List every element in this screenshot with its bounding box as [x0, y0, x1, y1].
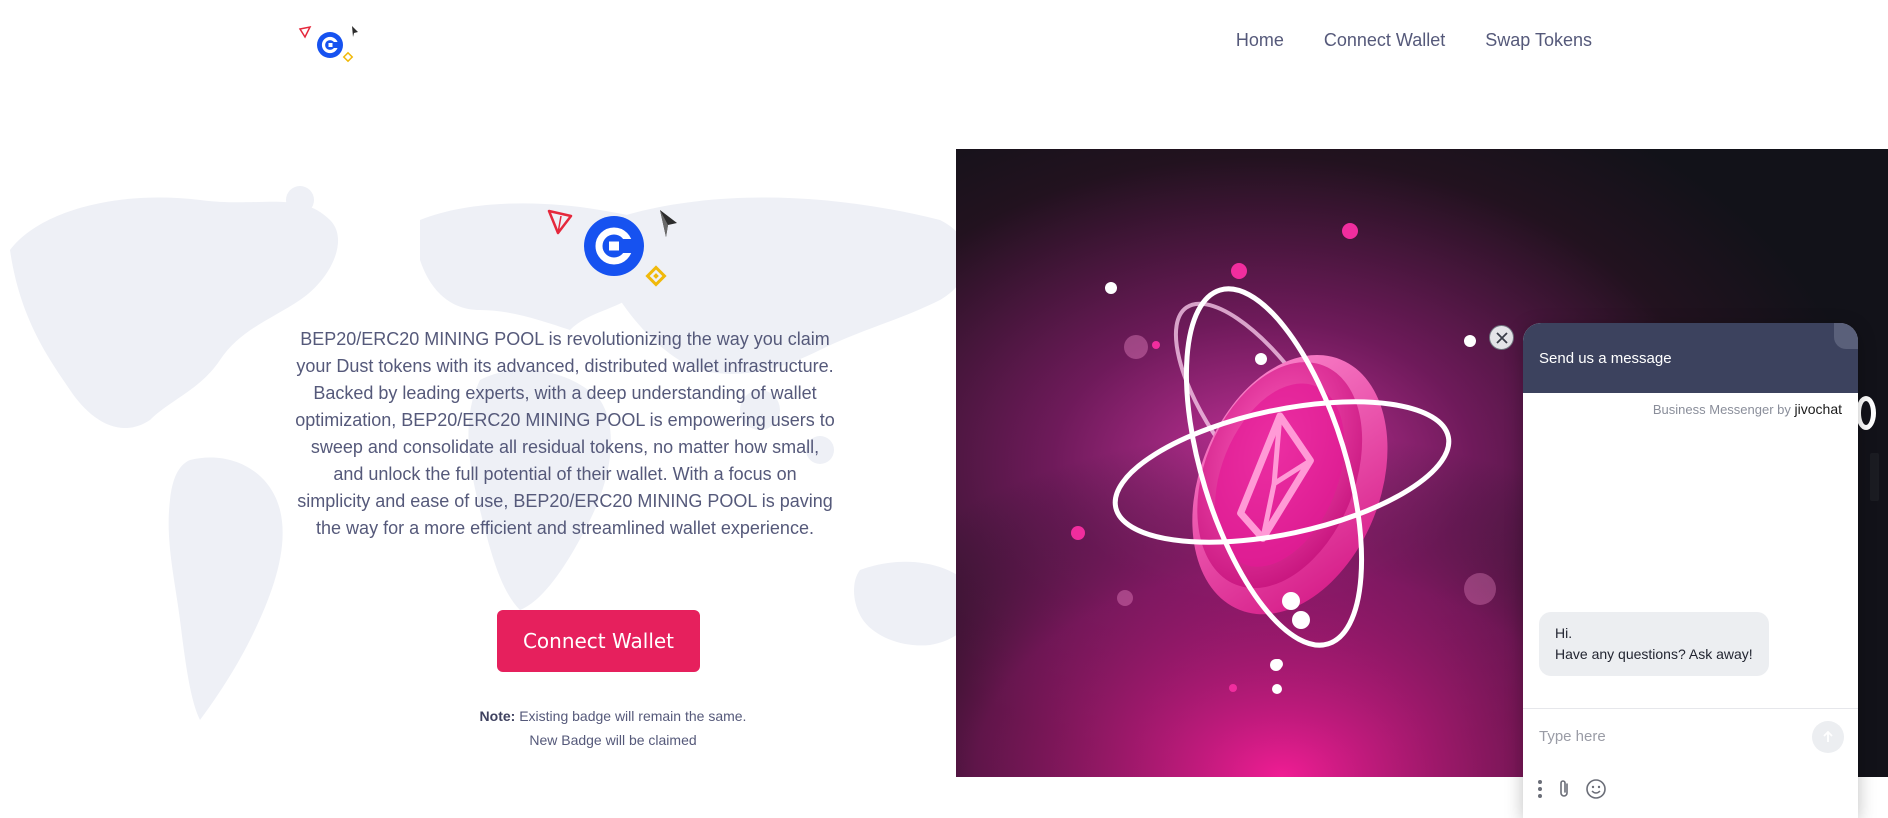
- chat-message-input[interactable]: [1539, 728, 1799, 745]
- note-label: Note:: [479, 708, 516, 724]
- chat-greeting-bubble: Hi. Have any questions? Ask away!: [1539, 612, 1769, 676]
- ethereum-icon: [660, 210, 677, 237]
- chat-send-button[interactable]: [1812, 721, 1844, 753]
- ethereum-icon: [352, 26, 358, 37]
- chat-close-button[interactable]: [1489, 325, 1514, 350]
- chat-toolbar: [1537, 778, 1607, 800]
- greeting-line-1: Hi.: [1555, 625, 1573, 641]
- nav-connect-wallet-link[interactable]: Connect Wallet: [1324, 30, 1445, 51]
- menu-dots-icon[interactable]: [1537, 779, 1543, 799]
- chat-branding[interactable]: Business Messenger by jivochat: [1523, 393, 1858, 417]
- paperclip-icon[interactable]: [1555, 779, 1573, 799]
- edge-scroll-indicator[interactable]: [1870, 453, 1879, 501]
- note-line-2: New Badge will be claimed: [529, 732, 697, 748]
- chat-brand-prefix: Business Messenger by: [1652, 402, 1791, 417]
- close-icon: [1495, 331, 1508, 344]
- header: Home Connect Wallet Swap Tokens: [0, 0, 1888, 84]
- chat-input-row: [1523, 708, 1858, 764]
- chat-title: Send us a message: [1539, 349, 1672, 367]
- greeting-line-2: Have any questions? Ask away!: [1555, 646, 1753, 662]
- chat-brand-name: jivochat: [1794, 401, 1842, 417]
- hero-description: BEP20/ERC20 MINING POOL is revolutionizi…: [295, 329, 835, 538]
- nav-swap-tokens-link[interactable]: Swap Tokens: [1485, 30, 1592, 51]
- bnb-icon: [342, 51, 354, 63]
- chat-header-corner: [1834, 323, 1858, 349]
- chat-widget: Send us a message Business Messenger by …: [1523, 323, 1858, 818]
- send-arrow-icon: [1823, 730, 1833, 742]
- hero-logo-cluster: [544, 205, 682, 291]
- edge-widget-fragment: [1856, 396, 1876, 430]
- note-line-1: Existing badge will remain the same.: [519, 708, 747, 724]
- smiley-icon[interactable]: [1585, 778, 1607, 800]
- nav-home-link[interactable]: Home: [1236, 30, 1284, 51]
- site-logo[interactable]: [298, 24, 362, 64]
- badge-note: Note: Existing badge will remain the sam…: [400, 704, 826, 752]
- connect-wallet-button[interactable]: Connect Wallet: [497, 610, 700, 672]
- main-nav: Home Connect Wallet Swap Tokens: [1236, 30, 1592, 51]
- tron-icon: [298, 25, 312, 39]
- chat-header: Send us a message: [1523, 323, 1858, 393]
